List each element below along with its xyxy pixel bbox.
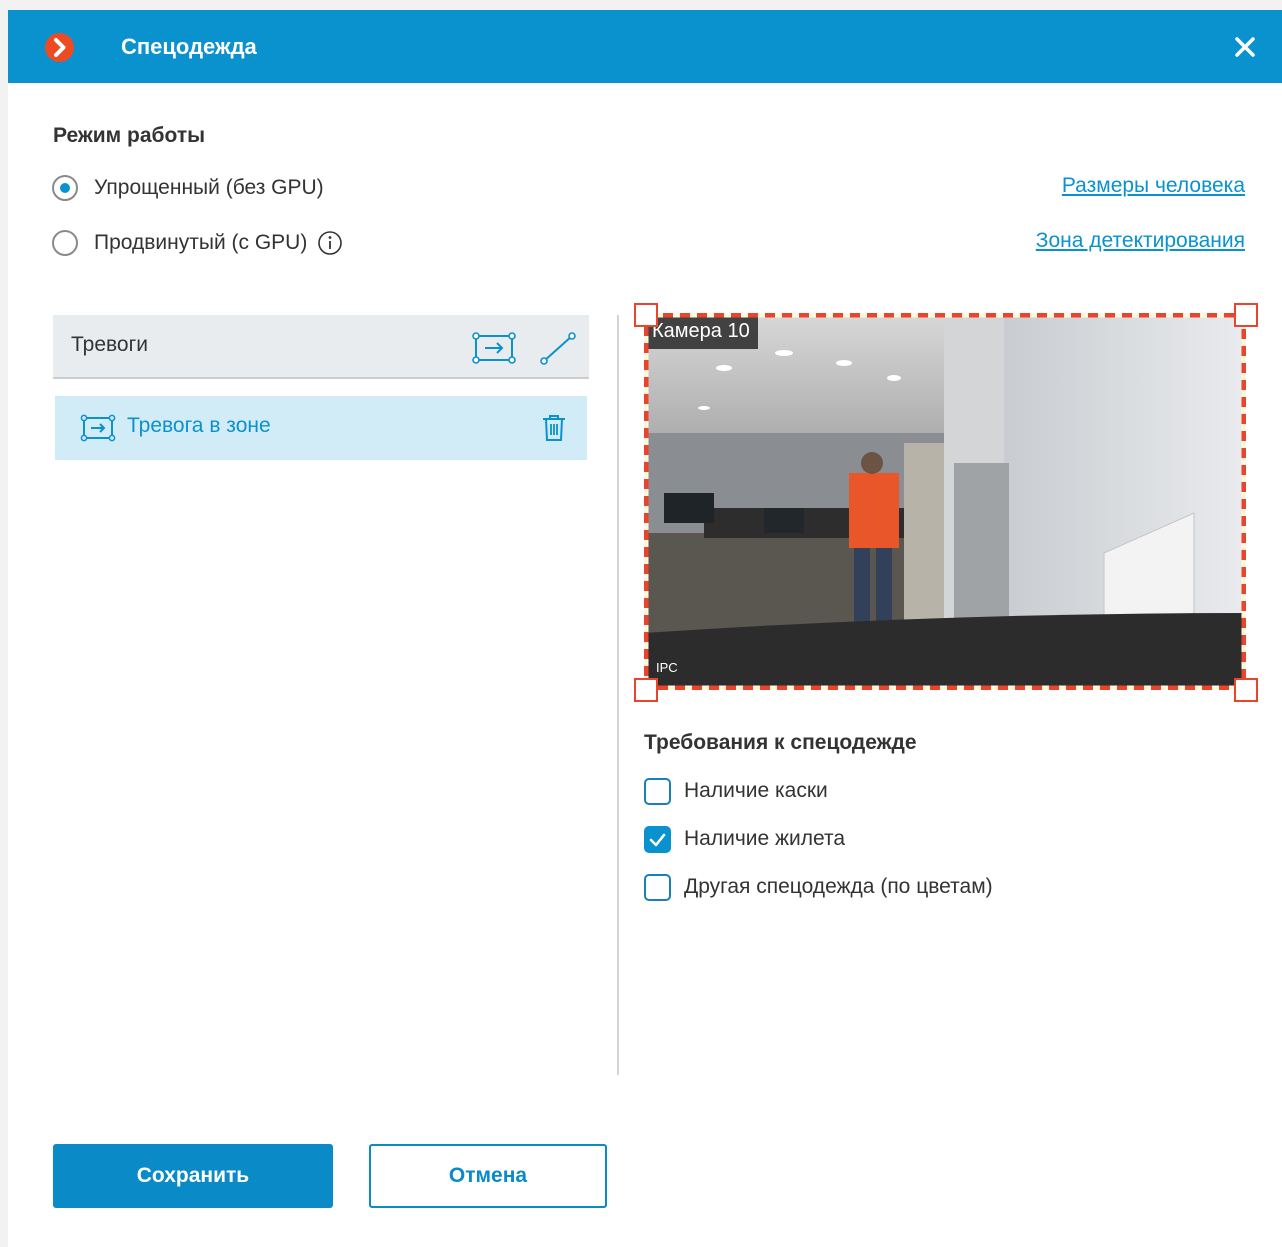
title-bar: Спецодежда	[8, 10, 1282, 83]
detection-zone-link[interactable]: Зона детектирования	[1036, 227, 1245, 255]
dialog-title: Спецодежда	[121, 34, 257, 59]
check-icon	[649, 833, 666, 846]
checkbox-helmet[interactable]: Наличие каски	[644, 776, 828, 806]
app-logo-icon	[45, 33, 74, 62]
checkbox-vest[interactable]: Наличие жилета	[644, 824, 845, 854]
radio-simplified[interactable]: Упрощенный (без GPU)	[52, 173, 324, 203]
zone-icon	[80, 414, 116, 447]
add-zone-alarm-icon[interactable]	[471, 331, 517, 370]
camera-frame: Камера 10 IPC	[644, 313, 1246, 690]
alarms-header: Тревоги	[53, 315, 589, 379]
trash-icon[interactable]	[540, 413, 568, 448]
alarms-title: Тревоги	[71, 333, 148, 356]
zone-handle-bottom-left[interactable]	[634, 678, 658, 702]
radio-advanced[interactable]: Продвинутый (с GPU)	[52, 228, 343, 258]
camera-image	[644, 313, 1246, 690]
checkbox[interactable]	[644, 873, 671, 901]
vertical-divider	[617, 315, 619, 1075]
checkbox-label: Другая спецодежда (по цветам)	[684, 875, 993, 898]
save-button[interactable]: Сохранить	[53, 1144, 333, 1208]
alarm-label: Тревога в зоне	[127, 414, 271, 437]
add-line-alarm-icon[interactable]	[539, 331, 577, 370]
checkbox-label: Наличие каски	[684, 779, 828, 802]
radio-button[interactable]	[52, 230, 78, 256]
checkbox[interactable]	[644, 825, 671, 853]
close-icon[interactable]	[1230, 32, 1260, 62]
requirements-title: Требования к спецодежде	[644, 731, 917, 754]
mode-title: Режим работы	[53, 124, 206, 147]
checkbox-label: Наличие жилета	[684, 827, 846, 850]
camera-label: Камера 10	[644, 313, 758, 349]
person-size-link[interactable]: Размеры человека	[1062, 172, 1245, 200]
radio-button[interactable]	[52, 175, 78, 201]
dialog: Спецодежда Режим работы Упрощенный (без …	[8, 10, 1282, 1247]
alarm-list-item[interactable]: Тревога в зоне	[55, 396, 587, 460]
checkbox[interactable]	[644, 777, 671, 805]
radio-label: Продвинутый (с GPU)	[94, 231, 308, 254]
zone-handle-bottom-right[interactable]	[1234, 678, 1258, 702]
checkbox-other-clothing[interactable]: Другая спецодежда (по цветам)	[644, 872, 993, 902]
ipc-label: IPC	[656, 660, 678, 675]
zone-handle-top-left[interactable]	[634, 303, 658, 327]
info-icon[interactable]	[317, 230, 343, 256]
radio-label: Упрощенный (без GPU)	[94, 176, 324, 199]
cancel-button[interactable]: Отмена	[369, 1144, 607, 1208]
video-preview[interactable]: Камера 10 IPC	[634, 303, 1258, 702]
zone-handle-top-right[interactable]	[1234, 303, 1258, 327]
